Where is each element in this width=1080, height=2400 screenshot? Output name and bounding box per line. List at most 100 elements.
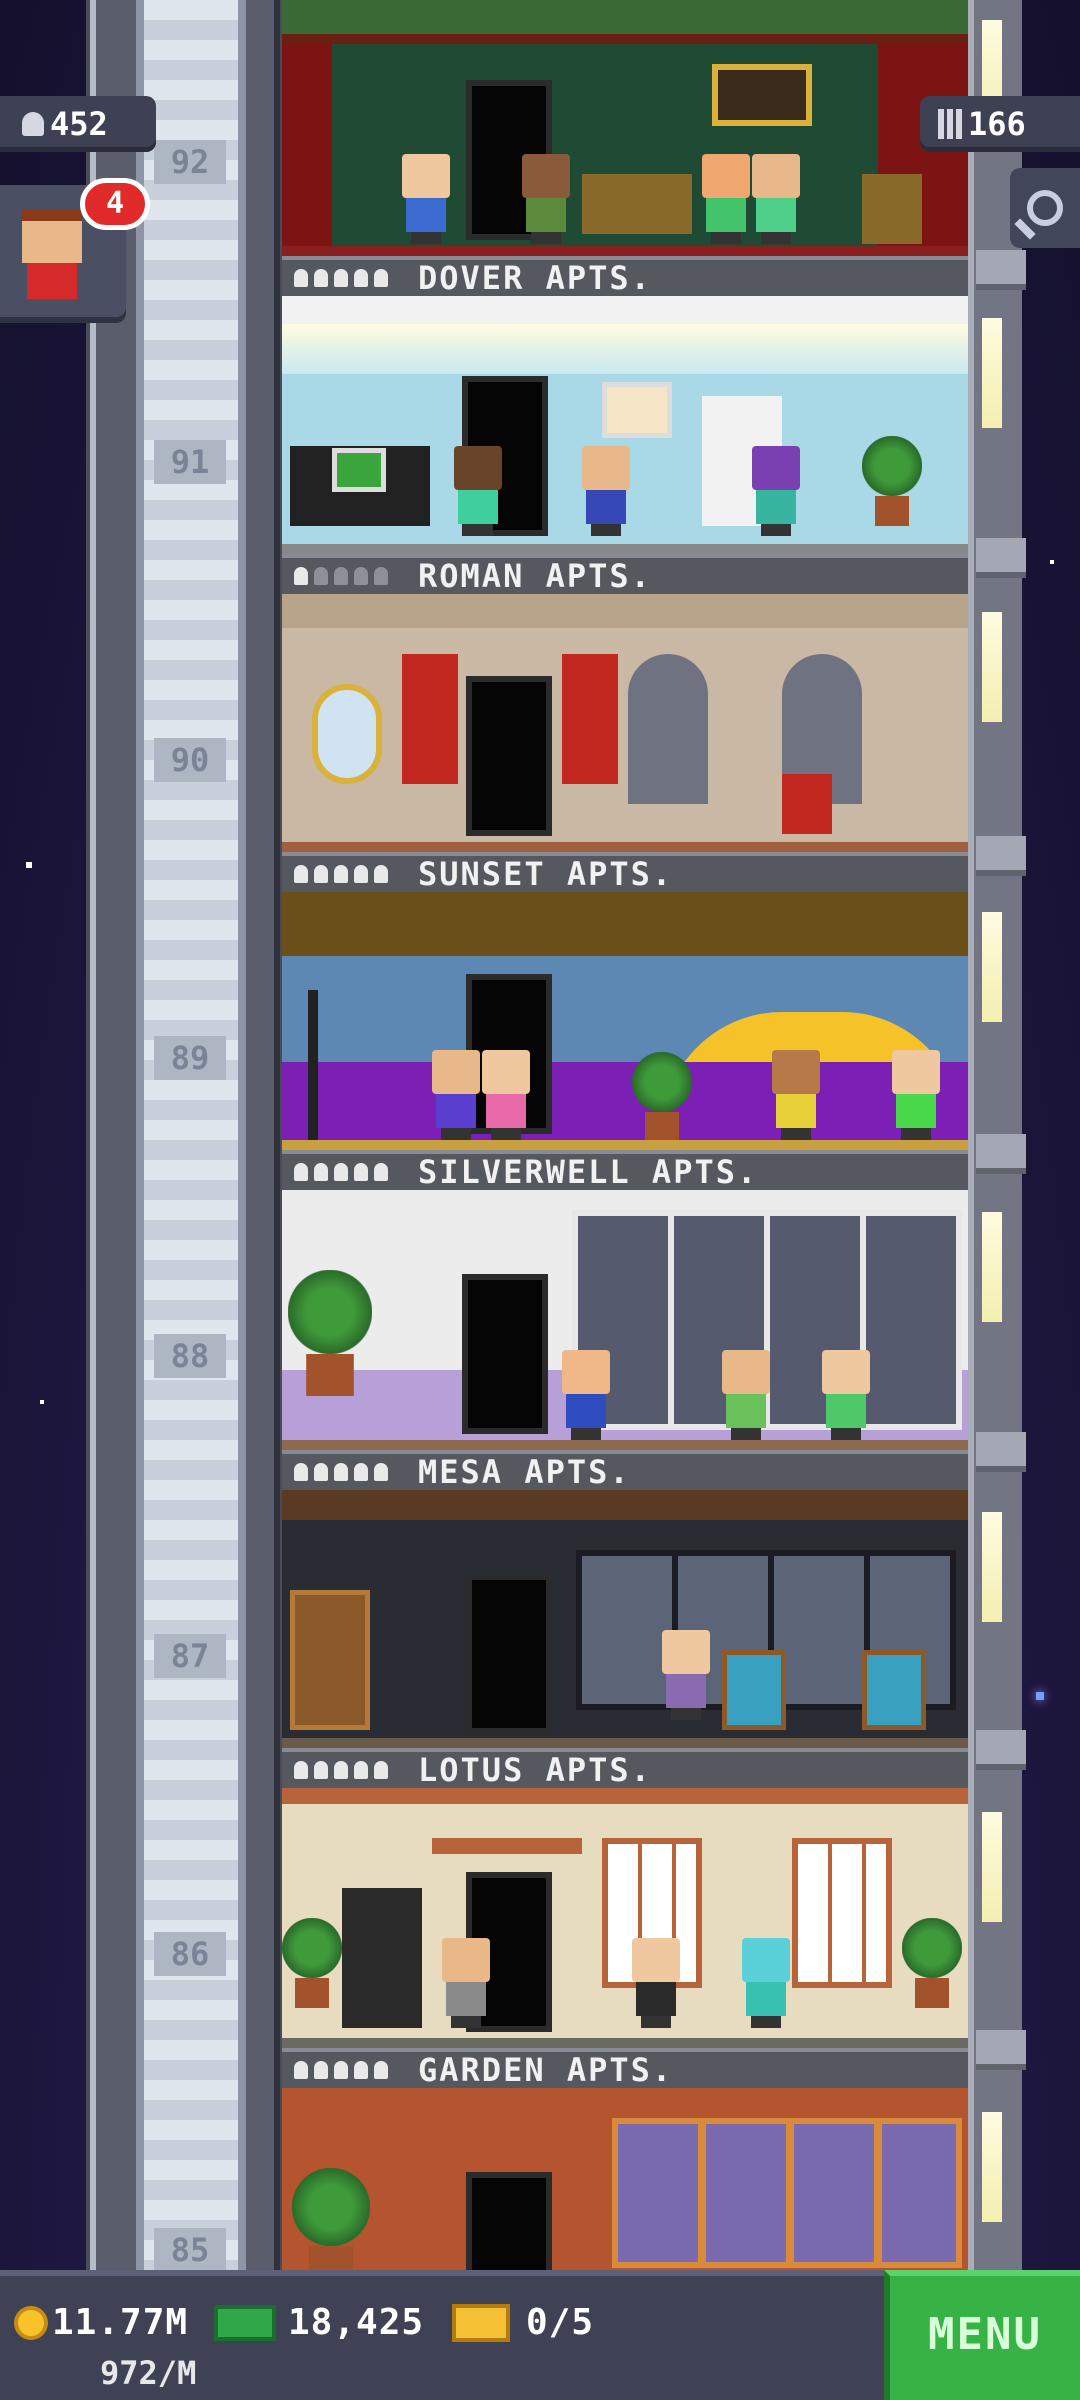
bux-value: 18,425 — [288, 2302, 425, 2343]
elevator-floor-number: 90 — [154, 738, 226, 782]
star — [1036, 1692, 1044, 1700]
resident — [432, 1050, 480, 1140]
floor-name: ROMAN APTS. — [418, 557, 652, 595]
resident — [772, 1050, 820, 1140]
resident — [752, 154, 800, 244]
floor-count-value: 166 — [968, 105, 1026, 143]
population-counter[interactable]: 452 — [0, 96, 156, 152]
apartment-door — [462, 1274, 548, 1434]
roof-strip — [282, 0, 968, 44]
floor-name: DOVER APTS. — [418, 259, 652, 297]
floor-label-bar[interactable]: LOTUS APTS. — [282, 1748, 968, 1789]
plant — [902, 1918, 962, 2008]
elevator-floor-number: 88 — [154, 1334, 226, 1378]
ticket-icon — [452, 2303, 510, 2342]
resident-slots — [294, 1761, 388, 1779]
floor-89[interactable] — [282, 892, 968, 1150]
rail-bracket — [976, 1134, 1026, 1174]
resident — [632, 1938, 680, 2028]
rail-light — [982, 318, 1002, 428]
coins-stat[interactable]: 11.77M — [14, 2302, 188, 2343]
apartment-door — [466, 1574, 552, 1734]
rail-bracket — [976, 538, 1026, 578]
coin-icon — [14, 2305, 48, 2340]
elevator-floor-number: 89 — [154, 1036, 226, 1080]
rail-light — [982, 612, 1002, 722]
resident — [662, 1630, 710, 1720]
resident — [892, 1050, 940, 1140]
resident-slots — [294, 865, 388, 883]
resident-slots — [294, 1463, 388, 1481]
floor-label-bar[interactable]: ROMAN APTS. — [282, 554, 968, 595]
elevator-column — [136, 0, 246, 2270]
resident — [722, 1350, 770, 1440]
floor-90[interactable] — [282, 594, 968, 852]
floor-name: SUNSET APTS. — [418, 855, 674, 893]
resident — [822, 1350, 870, 1440]
floor-86[interactable] — [282, 1788, 968, 2048]
resident — [742, 1938, 790, 2028]
coins-value: 11.77M — [52, 2302, 189, 2343]
elevator-floor-number: 92 — [154, 140, 226, 184]
floor-92[interactable] — [282, 44, 968, 256]
plant — [282, 1918, 342, 2008]
floor-name: MESA APTS. — [418, 1453, 631, 1491]
elevator-floor-number: 85 — [154, 2228, 226, 2272]
floor-label-bar[interactable]: DOVER APTS. — [282, 256, 968, 297]
floor-label-bar[interactable]: SUNSET APTS. — [282, 852, 968, 893]
tickets-value: 0/5 — [526, 2302, 595, 2343]
window — [612, 2118, 962, 2268]
rail-bracket — [976, 250, 1026, 290]
plant — [292, 2168, 370, 2270]
floor-name: SILVERWELL APTS. — [418, 1153, 759, 1191]
rail-light — [982, 2112, 1002, 2222]
resident — [522, 154, 570, 244]
floor-87[interactable] — [282, 1490, 968, 1748]
bux-stat[interactable]: 18,425 — [214, 2302, 424, 2343]
elevator-shaft[interactable] — [90, 0, 280, 2270]
rail-light — [982, 912, 1002, 1022]
star — [1050, 560, 1054, 564]
resident — [562, 1350, 610, 1440]
apartment-door — [466, 2172, 552, 2270]
resident-slots — [294, 269, 388, 287]
resident-slots — [294, 1163, 388, 1181]
plant — [632, 1052, 692, 1140]
rail-light — [982, 1212, 1002, 1322]
floor-label-bar[interactable]: SILVERWELL APTS. — [282, 1150, 968, 1191]
floor-91[interactable] — [282, 296, 968, 554]
resident — [752, 446, 800, 536]
menu-button[interactable]: MENU — [884, 2270, 1080, 2400]
rail-light — [982, 1812, 1002, 1922]
floor-name: LOTUS APTS. — [418, 1751, 652, 1789]
rail-light — [982, 1512, 1002, 1622]
tickets-stat[interactable]: 0/5 — [452, 2302, 594, 2343]
floor-88[interactable] — [282, 1190, 968, 1450]
rail-bracket — [976, 1432, 1026, 1472]
plant — [288, 1270, 372, 1396]
elevator-floor-number: 87 — [154, 1634, 226, 1678]
elevator-floor-number: 91 — [154, 440, 226, 484]
resident-slots — [294, 2061, 388, 2079]
search-button[interactable] — [1010, 168, 1080, 248]
floor-counter[interactable]: 166 — [920, 96, 1080, 152]
visitor-avatar — [22, 209, 82, 299]
building-icon — [938, 109, 962, 139]
visitor-count-badge: 4 — [80, 178, 150, 230]
floor-label-bar[interactable]: MESA APTS. — [282, 1450, 968, 1491]
resident — [402, 154, 450, 244]
population-icon — [22, 112, 44, 136]
bux-icon — [214, 2304, 276, 2341]
rail-bracket — [976, 1730, 1026, 1770]
elevator-floor-number: 86 — [154, 1932, 226, 1976]
floor-name: GARDEN APTS. — [418, 2051, 674, 2089]
income-rate: 972/M — [100, 2354, 197, 2392]
resident — [702, 154, 750, 244]
population-value: 452 — [50, 105, 108, 143]
resident — [454, 446, 502, 536]
resident — [442, 1938, 490, 2028]
floor-85[interactable] — [282, 2088, 968, 2270]
window — [792, 1838, 892, 1988]
rail-bracket — [976, 836, 1026, 876]
floor-label-bar[interactable]: GARDEN APTS. — [282, 2048, 968, 2089]
